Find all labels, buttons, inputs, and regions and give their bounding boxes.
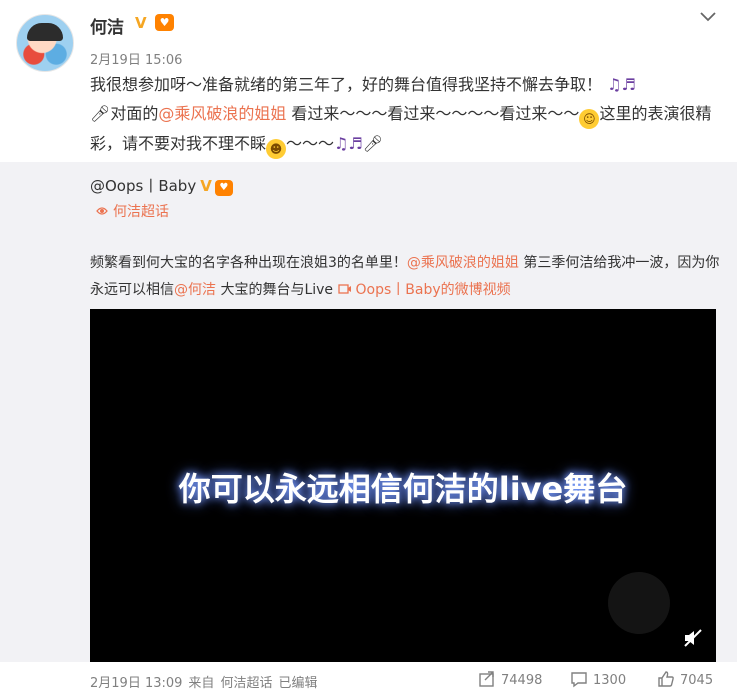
video-link-label: Oops丨Baby的微博视频 — [355, 282, 511, 298]
repost-text: 频繁看到何大宝的名字各种出现在浪姐3的名单里！@乘风破浪的姐姐 第三季何洁给我冲… — [90, 250, 720, 304]
post-content: 我很想参加呀～准备就绪的第三年了，好的舞台值得我坚持不懈去争取！ ♫♬ 🎤︎对面… — [90, 70, 720, 159]
post-text-5: ～～～ — [286, 134, 335, 153]
chevron-down-icon[interactable] — [698, 6, 718, 26]
like-icon — [658, 671, 674, 687]
video-player[interactable]: 你可以永远相信何洁的live舞台 — [90, 309, 716, 662]
repost-author-name[interactable]: @Oops丨Baby — [90, 177, 196, 195]
fan-badge-icon: ♥ — [214, 180, 233, 196]
video-caption: 你可以永远相信何洁的live舞台 — [178, 470, 628, 508]
edited-label: 已编辑 — [278, 676, 318, 691]
music-note-icon: ♫♬ — [607, 75, 636, 94]
video-link[interactable]: Oops丨Baby的微博视频 — [337, 282, 511, 298]
verified-badge-icon: V — [135, 14, 147, 32]
verified-badge-icon: V — [200, 177, 212, 195]
source-prefix: 来自 — [188, 676, 215, 691]
post-text-1: 我很想参加呀～准备就绪的第三年了，好的舞台值得我坚持不懈去争取！ — [90, 75, 603, 94]
comment-count: 1300 — [593, 673, 627, 688]
post-footer: 2月19日 13:09 来自 何洁超话 已编辑 74498 1300 7045 — [0, 662, 737, 699]
like-count: 7045 — [680, 673, 714, 688]
like-button[interactable]: 7045 — [657, 670, 713, 688]
comment-icon — [571, 672, 587, 688]
mute-icon[interactable] — [682, 627, 704, 649]
video-play-overlay[interactable] — [608, 572, 670, 634]
mention-link[interactable]: @乘风破浪的姐姐 — [158, 104, 286, 123]
repost-button[interactable]: 74498 — [478, 670, 542, 688]
topic-link[interactable]: 何洁超话 — [95, 201, 169, 221]
weibo-post: 何洁 V ♥ 2月19日 15:06 我很想参加呀～准备就绪的第三年了，好的舞台… — [0, 0, 737, 162]
microphone-icon: 🎤︎ — [90, 104, 111, 123]
author-avatar[interactable] — [16, 14, 74, 72]
post-text-3: 看过来～～～看过来～～～～看过来～～ — [286, 104, 580, 123]
mention-link[interactable]: @何洁 — [174, 282, 216, 298]
mention-link[interactable]: @乘风破浪的姐姐 — [407, 255, 519, 271]
music-note-icon: ♫♬ — [334, 134, 363, 153]
post-text-2: 对面的 — [110, 104, 159, 123]
repost-meta: 2月19日 13:09 来自 何洁超话 已编辑 — [90, 672, 323, 691]
author-name[interactable]: 何洁 — [90, 13, 124, 38]
post-timestamp[interactable]: 2月19日 15:06 — [90, 49, 182, 68]
topic-icon — [96, 207, 108, 215]
comment-button[interactable]: 1300 — [570, 670, 626, 688]
repost-card: @Oops丨Baby V ♥ 何洁超话 频繁看到何大宝的名字各种出现在浪姐3的名单里… — [0, 162, 737, 662]
laugh-cry-emoji-icon: ☻ — [266, 139, 287, 159]
grin-emoji-icon: ☺ — [579, 109, 600, 129]
repost-count: 74498 — [501, 673, 543, 688]
repost-author: @Oops丨Baby V ♥ — [90, 175, 233, 196]
fan-badge-icon: ♥ — [155, 14, 174, 31]
topic-label: 何洁超话 — [113, 204, 169, 220]
repost-icon — [479, 671, 494, 687]
video-link-icon — [337, 284, 351, 294]
repost-text-3: 大宝的舞台与Live — [216, 282, 338, 298]
source-link[interactable]: 何洁超话 — [220, 676, 272, 691]
microphone-icon: 🎤︎ — [362, 134, 384, 153]
repost-text-1: 频繁看到何大宝的名字各种出现在浪姐3的名单里！ — [90, 255, 407, 271]
repost-date[interactable]: 2月19日 13:09 — [90, 676, 182, 691]
